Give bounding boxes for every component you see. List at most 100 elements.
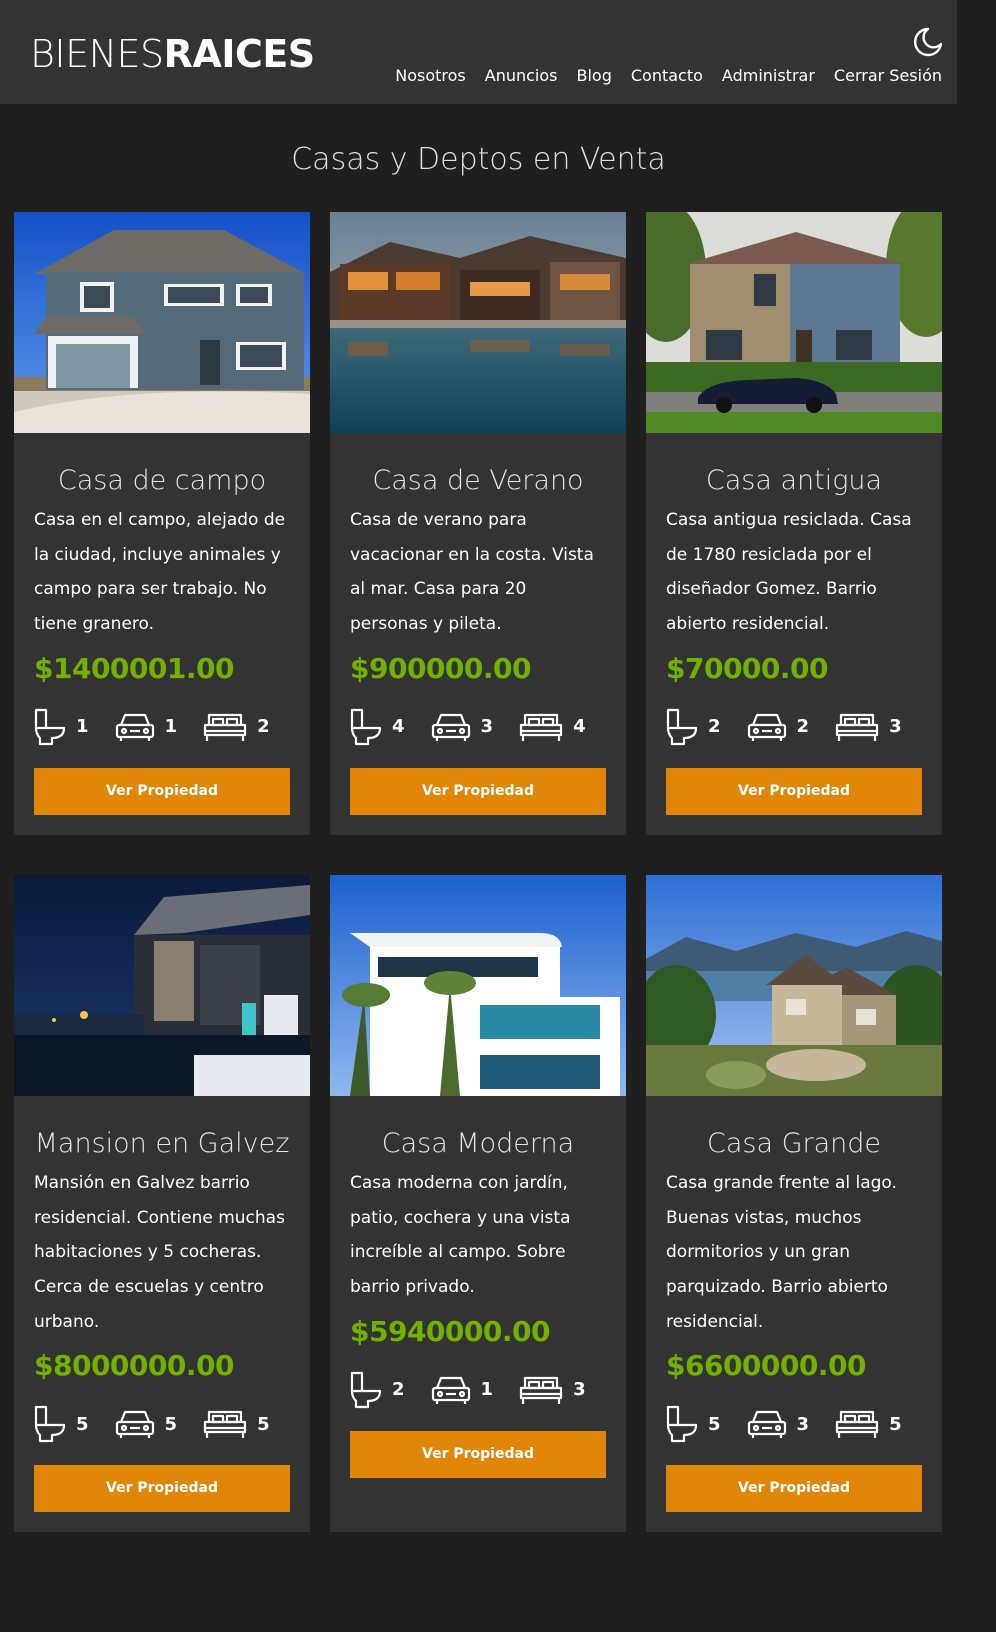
- listing-price: $1400001.00: [34, 651, 234, 685]
- view-property-button[interactable]: Ver Propiedad: [666, 767, 922, 815]
- listing-features: 4 3 4: [350, 708, 606, 746]
- car-icon: [115, 1411, 154, 1439]
- bedrooms-count: 2: [257, 716, 270, 738]
- feature-baths: 2: [350, 1371, 405, 1409]
- feature-bedrooms: 3: [835, 711, 902, 743]
- listing-description: Casa en el campo, alejado de la ciudad, …: [34, 510, 286, 635]
- feature-bedrooms: 2: [203, 711, 270, 743]
- nav-anuncios[interactable]: Anuncios: [485, 64, 558, 88]
- car-icon: [431, 713, 470, 741]
- car-icon: [747, 713, 786, 741]
- logo-bold: RAICES: [163, 32, 316, 76]
- parking-count: 1: [164, 716, 178, 738]
- bed-icon: [519, 713, 563, 741]
- view-property-button[interactable]: Ver Propiedad: [34, 767, 290, 815]
- car-icon: [431, 1376, 470, 1404]
- property-image: [14, 874, 310, 1096]
- nav-cerrar-sesion[interactable]: Cerrar Sesión: [834, 64, 942, 88]
- listing-card: Mansion en Galvez Mansión en Galvez barr…: [14, 874, 310, 1533]
- feature-parking: 2: [747, 711, 810, 743]
- site-header: BIENESRAICES Nosotros Anuncios Blog Cont…: [0, 0, 957, 104]
- logo-light: BIENES: [30, 32, 164, 76]
- view-property-button[interactable]: Ver Propiedad: [350, 767, 606, 815]
- listing-price: $8000000.00: [34, 1349, 234, 1383]
- toilet-icon: [34, 1406, 66, 1443]
- bed-icon: [835, 713, 879, 741]
- feature-parking: 1: [115, 711, 178, 743]
- listing-features: 2 2 3: [666, 708, 922, 746]
- property-image: [330, 874, 626, 1096]
- listing-title: Mansion en Galvez: [34, 1127, 290, 1159]
- baths-count: 5: [708, 1413, 721, 1435]
- listing-card: Casa antigua Casa antigua resiclada. Cas…: [646, 212, 942, 835]
- feature-baths: 1: [34, 708, 89, 746]
- baths-count: 5: [76, 1413, 89, 1435]
- listings-grid: Casa de campo Casa en el campo, alejado …: [14, 212, 942, 1533]
- toilet-icon: [666, 1406, 698, 1443]
- nav-contacto[interactable]: Contacto: [631, 64, 703, 88]
- property-image: [330, 212, 626, 433]
- feature-bedrooms: 5: [203, 1408, 270, 1440]
- feature-baths: 4: [350, 708, 405, 746]
- parking-count: 2: [796, 716, 810, 738]
- feature-parking: 3: [431, 711, 493, 743]
- car-icon: [747, 1411, 786, 1439]
- nav-blog[interactable]: Blog: [576, 64, 611, 88]
- property-image: [646, 212, 942, 433]
- listing-title: Casa antigua: [705, 465, 883, 496]
- nav-administrar[interactable]: Administrar: [722, 64, 815, 88]
- listing-title: Casa de campo: [57, 465, 267, 496]
- view-property-button[interactable]: Ver Propiedad: [350, 1430, 606, 1478]
- listing-description: Casa antigua resiclada. Casa de 1780 res…: [666, 510, 912, 635]
- view-property-button[interactable]: Ver Propiedad: [34, 1465, 290, 1513]
- feature-parking: 3: [747, 1408, 810, 1440]
- parking-count: 1: [480, 1379, 494, 1401]
- baths-count: 2: [708, 716, 721, 738]
- listing-card: Casa Moderna Casa moderna con jardín, pa…: [330, 874, 626, 1533]
- listing-title: Casa de Verano: [372, 465, 584, 496]
- listing-description: Casa grande frente al lago. Buenas vista…: [666, 1172, 897, 1332]
- bedrooms-count: 5: [889, 1413, 902, 1435]
- baths-count: 2: [392, 1379, 405, 1401]
- listing-title: Casa Grande: [706, 1127, 882, 1159]
- view-property-button[interactable]: Ver Propiedad: [666, 1465, 922, 1513]
- property-image: [646, 874, 942, 1096]
- main-nav: Nosotros Anuncios Blog Contacto Administ…: [395, 64, 942, 88]
- feature-baths: 2: [666, 708, 721, 746]
- listing-title: Casa Moderna: [381, 1127, 575, 1159]
- listing-card: Casa Grande Casa grande frente al lago. …: [646, 874, 942, 1533]
- bedrooms-count: 3: [889, 716, 902, 738]
- bed-icon: [519, 1376, 563, 1404]
- listing-price: $900000.00: [350, 651, 531, 685]
- listing-description: Casa de verano para vacacionar en la cos…: [350, 510, 594, 635]
- baths-count: 1: [76, 716, 89, 738]
- listing-card: Casa de Verano Casa de verano para vacac…: [330, 212, 626, 835]
- listing-features: 2 1 3: [350, 1371, 606, 1409]
- feature-baths: 5: [34, 1405, 89, 1443]
- moon-icon[interactable]: [912, 26, 944, 58]
- parking-count: 5: [164, 1413, 178, 1435]
- listing-features: 5 5 5: [34, 1405, 290, 1443]
- feature-parking: 5: [115, 1408, 178, 1440]
- bed-icon: [203, 713, 247, 741]
- bedrooms-count: 3: [573, 1379, 586, 1401]
- bedrooms-count: 5: [257, 1413, 270, 1435]
- feature-parking: 1: [431, 1374, 494, 1406]
- page-title: Casas y Deptos en Venta: [291, 142, 666, 177]
- logo[interactable]: BIENESRAICES: [30, 32, 315, 76]
- feature-bedrooms: 5: [835, 1408, 902, 1440]
- bedrooms-count: 4: [573, 716, 586, 738]
- car-icon: [115, 713, 154, 741]
- toilet-icon: [350, 1371, 382, 1408]
- baths-count: 4: [392, 716, 405, 738]
- feature-bedrooms: 4: [519, 711, 586, 743]
- toilet-icon: [666, 708, 698, 745]
- listing-description: Casa moderna con jardín, patio, cochera …: [350, 1172, 571, 1297]
- feature-bedrooms: 3: [519, 1374, 586, 1406]
- nav-nosotros[interactable]: Nosotros: [395, 64, 466, 88]
- bed-icon: [835, 1411, 879, 1439]
- parking-count: 3: [796, 1413, 810, 1435]
- listing-features: 1 1 2: [34, 708, 290, 746]
- listing-price: $6600000.00: [666, 1349, 866, 1383]
- listing-card: Casa de campo Casa en el campo, alejado …: [14, 212, 310, 835]
